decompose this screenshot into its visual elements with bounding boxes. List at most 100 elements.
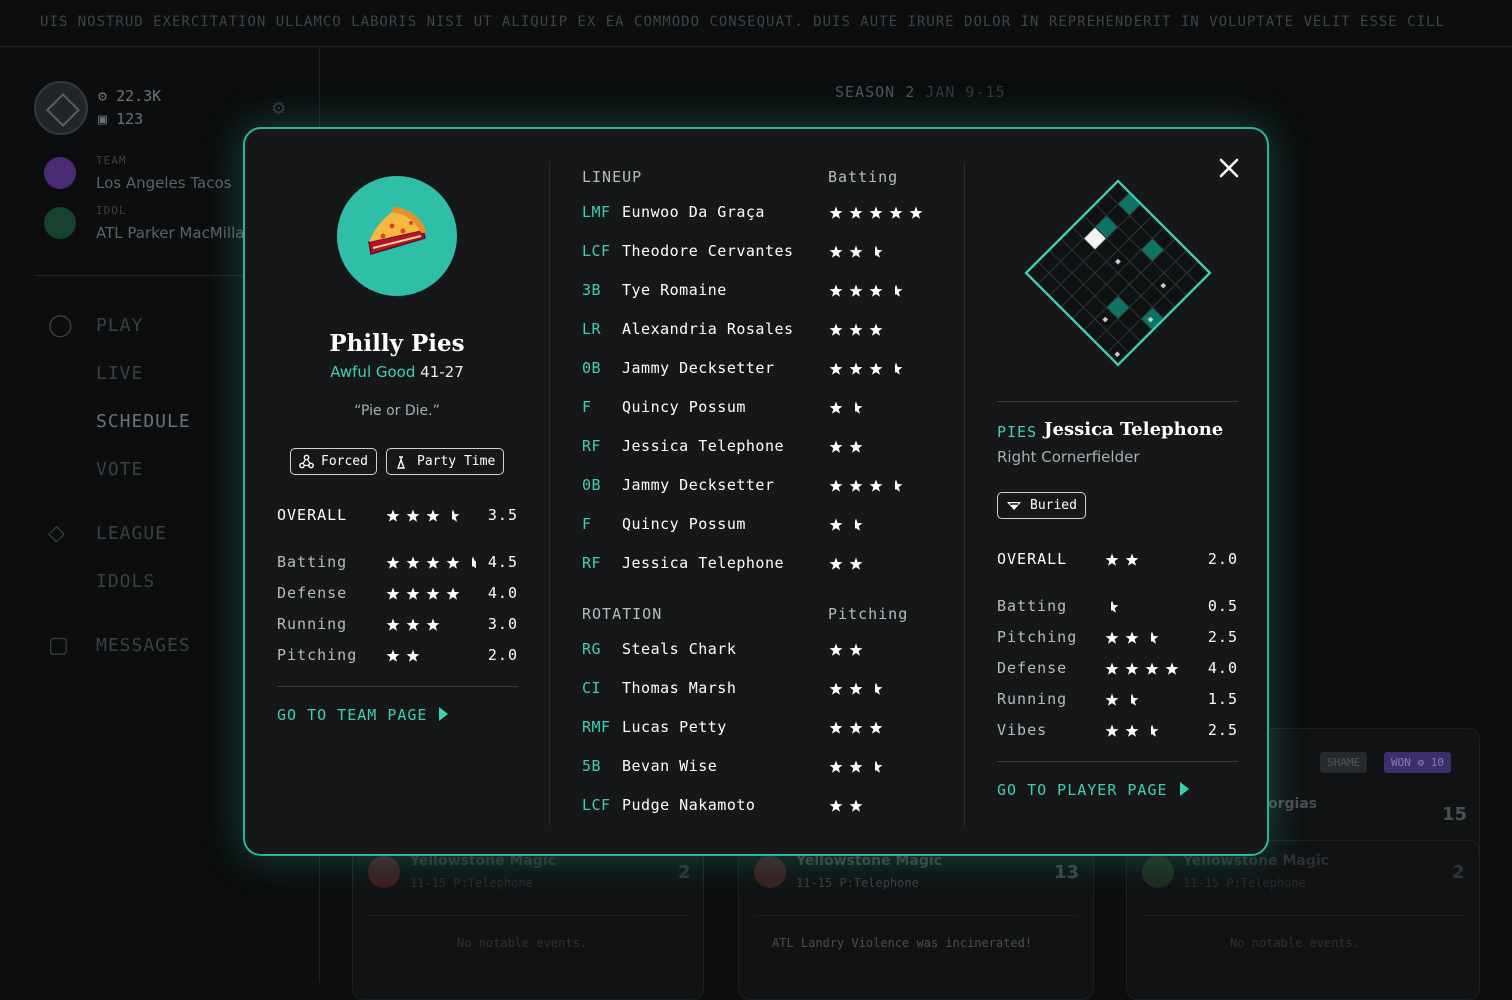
star-icon — [849, 479, 863, 492]
player-name-link[interactable]: Bevan Wise — [622, 757, 717, 775]
player-stars — [829, 721, 883, 734]
star-icon — [829, 362, 843, 375]
team-stat-value: 4.5 — [487, 553, 518, 571]
column-divider — [964, 162, 965, 826]
player-name-link[interactable]: Quincy Possum — [622, 515, 746, 533]
star-icon — [829, 440, 843, 453]
star-icon — [909, 206, 923, 219]
won-amount: 10 — [1430, 756, 1444, 769]
coins-value: 22.3K — [116, 87, 162, 105]
idol-value[interactable]: ATL Parker MacMillan — [96, 224, 254, 242]
star-icon — [446, 556, 460, 569]
player-name-link[interactable]: Jammy Decksetter — [622, 476, 775, 494]
player-stat-stars — [1105, 693, 1139, 706]
star-icon — [869, 323, 883, 336]
player-name-link[interactable]: Thomas Marsh — [622, 679, 736, 697]
player-name-link[interactable]: Steals Chark — [622, 640, 736, 658]
player-stat-value: 1.5 — [1207, 690, 1238, 708]
star-icon — [829, 682, 843, 695]
player-stars — [829, 401, 863, 414]
player-position-code: RMF — [582, 718, 611, 736]
player-name-link[interactable]: Eunwoo Da Graça — [622, 203, 765, 221]
half-star-icon — [895, 284, 903, 297]
player-position-code: LCF — [582, 796, 611, 814]
player-name-link[interactable]: Jessica Telephone — [622, 437, 784, 455]
coin-icon: ⚙ — [98, 87, 108, 105]
player-position-code: LMF — [582, 203, 611, 221]
player-name-link[interactable]: Jessica Telephone — [622, 554, 784, 572]
player-stat-value: 4.0 — [1207, 659, 1238, 677]
game-sub: 11-15 P:Telephone — [410, 876, 533, 890]
baseball-icon: ◯ — [48, 313, 73, 338]
nav-schedule[interactable]: SCHEDULE — [96, 411, 191, 432]
game-sub: 11-15 P:Telephone — [1183, 876, 1306, 890]
player-stat-label: Batting — [997, 597, 1068, 615]
team-stat-value: 2.0 — [487, 646, 518, 664]
ticker-text: UIS NOSTRUD EXERCITATION ULLAMCO LABORIS… — [40, 14, 1445, 30]
player-name-link[interactable]: Lucas Petty — [622, 718, 727, 736]
modifier-forced[interactable]: Forced — [290, 448, 377, 475]
pie-icon — [368, 207, 426, 255]
half-star-icon — [895, 362, 903, 375]
player-stat-stars — [1111, 600, 1119, 613]
column-divider — [549, 162, 550, 826]
star-icon — [829, 284, 843, 297]
team-stat-stars — [386, 556, 476, 569]
star-icon — [829, 401, 843, 414]
player-name-link[interactable]: Quincy Possum — [622, 398, 746, 416]
modifier-party-time[interactable]: Party Time — [386, 448, 505, 475]
player-stars — [829, 323, 883, 336]
player-name-link[interactable]: Jammy Decksetter — [622, 359, 775, 377]
player-stat-stars — [1105, 631, 1159, 644]
shame-badge: SHAME — [1320, 752, 1368, 773]
player-stars — [829, 284, 903, 297]
team-stat-stars — [386, 618, 440, 631]
go-to-team-page-link[interactable]: GO TO TEAM PAGE — [277, 706, 449, 724]
nav-vote[interactable]: VOTE — [96, 459, 143, 480]
star-icon — [829, 557, 843, 570]
star-icon — [829, 643, 843, 656]
player-stars — [829, 643, 863, 656]
player-overall-label: OVERALL — [997, 550, 1068, 568]
player-stars — [829, 245, 883, 258]
nav-idols[interactable]: IDOLS — [96, 571, 155, 592]
half-star-icon — [1151, 631, 1159, 644]
player-name-link[interactable]: Alexandria Rosales — [622, 320, 794, 338]
player-stat-label: Running — [997, 690, 1068, 708]
star-icon — [406, 587, 420, 600]
modifier-buried[interactable]: Buried — [997, 492, 1086, 519]
star-icon — [829, 245, 843, 258]
star-icon — [869, 721, 883, 734]
team-name: Philly Pies — [329, 330, 465, 357]
player-stat-label: Pitching — [997, 628, 1078, 646]
player-position-code: CI — [582, 679, 602, 697]
star-icon — [426, 587, 440, 600]
nav-play[interactable]: PLAY — [96, 315, 143, 336]
player-stars — [829, 206, 923, 219]
user-avatar[interactable] — [34, 81, 88, 135]
star-icon — [849, 284, 863, 297]
gear-icon[interactable]: ⚙ — [271, 99, 286, 119]
player-name-link[interactable]: Pudge Nakamoto — [622, 796, 755, 814]
team-value[interactable]: Los Angeles Tacos — [96, 174, 231, 192]
player-stat-stars — [1105, 724, 1159, 737]
close-icon[interactable] — [1217, 157, 1241, 181]
player-position-code: LCF — [582, 242, 611, 260]
nav-messages[interactable]: MESSAGES — [96, 635, 191, 656]
rotation-stat-header: Pitching — [828, 605, 909, 623]
partial-team: orgias — [1268, 796, 1318, 812]
nav-live[interactable]: LIVE — [96, 363, 143, 384]
star-icon — [1105, 724, 1119, 737]
team-modal: Philly Pies Awful Good 41-27 “Pie or Die… — [243, 127, 1269, 856]
star-icon — [406, 556, 420, 569]
star-icon — [849, 440, 863, 453]
player-name-link[interactable]: Theodore Cervantes — [622, 242, 794, 260]
nav-league[interactable]: LEAGUE — [96, 523, 167, 544]
half-star-icon — [452, 509, 460, 522]
triad-icon — [299, 454, 314, 469]
team-stat-label: Running — [277, 615, 348, 633]
go-to-player-page-link[interactable]: GO TO PLAYER PAGE — [997, 781, 1189, 799]
go-to-player-label: GO TO PLAYER PAGE — [997, 781, 1168, 799]
player-name-link[interactable]: Tye Romaine — [622, 281, 727, 299]
lineup-stat-header: Batting — [828, 168, 899, 186]
